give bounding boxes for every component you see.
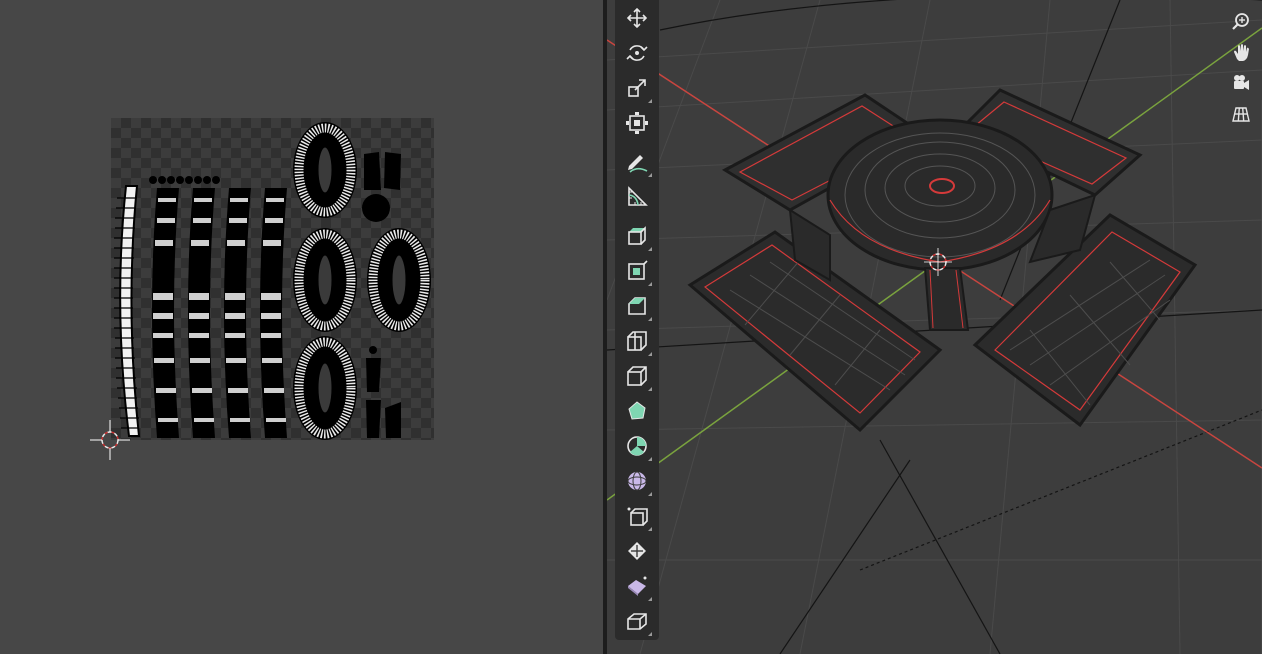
smooth-tool[interactable] bbox=[621, 500, 653, 532]
annotate-icon bbox=[628, 155, 648, 173]
annotate-tool[interactable] bbox=[621, 146, 653, 178]
transform-icon bbox=[626, 112, 648, 134]
measure-icon bbox=[628, 186, 648, 206]
edge-slide-icon bbox=[628, 542, 646, 560]
2d-cursor-icon[interactable] bbox=[90, 420, 130, 460]
uv-island-dots bbox=[149, 176, 220, 184]
loop-cut-tool[interactable] bbox=[621, 360, 653, 392]
knife-tool[interactable] bbox=[621, 395, 653, 427]
camera-icon bbox=[1234, 75, 1249, 90]
inset-icon bbox=[628, 297, 646, 315]
tool-shelf bbox=[615, 0, 659, 640]
poly-build-icon bbox=[627, 436, 647, 456]
knife-icon bbox=[628, 401, 646, 420]
uv-island-strips bbox=[152, 188, 287, 438]
scale-icon bbox=[628, 79, 646, 97]
edge-slide-tool[interactable] bbox=[621, 535, 653, 567]
shrink-fatten-tool[interactable] bbox=[621, 570, 653, 602]
loop-cut-icon bbox=[627, 366, 647, 386]
spin-icon bbox=[627, 471, 647, 491]
ortho-toggle-button[interactable] bbox=[1228, 101, 1254, 127]
transform-tool[interactable] bbox=[621, 107, 653, 139]
pan-button[interactable] bbox=[1228, 39, 1254, 65]
bevel-icon bbox=[627, 331, 647, 351]
move-icon bbox=[626, 7, 648, 29]
shear-tool[interactable] bbox=[621, 605, 653, 637]
measure-tool[interactable] bbox=[621, 181, 653, 213]
move-tool[interactable] bbox=[621, 2, 653, 34]
poly-build-tool[interactable] bbox=[621, 430, 653, 462]
uv-islands bbox=[114, 122, 431, 440]
smooth-icon bbox=[627, 507, 648, 526]
uv-editor-panel[interactable] bbox=[0, 0, 603, 654]
uv-island-rings bbox=[293, 122, 431, 440]
inset-faces-tool[interactable] bbox=[621, 290, 653, 322]
uv-island-thin-strip bbox=[114, 185, 141, 437]
rotate-tool[interactable] bbox=[621, 37, 653, 69]
scale-tool[interactable] bbox=[621, 72, 653, 104]
spin-tool[interactable] bbox=[621, 465, 653, 497]
shrink-fatten-icon bbox=[628, 576, 647, 596]
add-cube-icon bbox=[628, 226, 646, 245]
extrude-icon bbox=[628, 260, 648, 280]
shear-icon bbox=[627, 613, 647, 630]
zoom-icon bbox=[1232, 13, 1249, 30]
rotate-icon bbox=[626, 45, 648, 61]
wireframe-mesh bbox=[687, 88, 1198, 433]
uv-texture-canvas[interactable] bbox=[111, 118, 434, 440]
camera-view-button[interactable] bbox=[1228, 70, 1254, 96]
bevel-tool[interactable] bbox=[621, 325, 653, 357]
hand-icon bbox=[1234, 44, 1249, 61]
extrude-region-tool[interactable] bbox=[621, 255, 653, 287]
grid-icon bbox=[1232, 107, 1250, 122]
add-cube-tool[interactable] bbox=[621, 220, 653, 252]
3d-viewport[interactable] bbox=[607, 0, 1262, 654]
viewport-scene bbox=[607, 0, 1262, 654]
zoom-button[interactable] bbox=[1228, 8, 1254, 34]
